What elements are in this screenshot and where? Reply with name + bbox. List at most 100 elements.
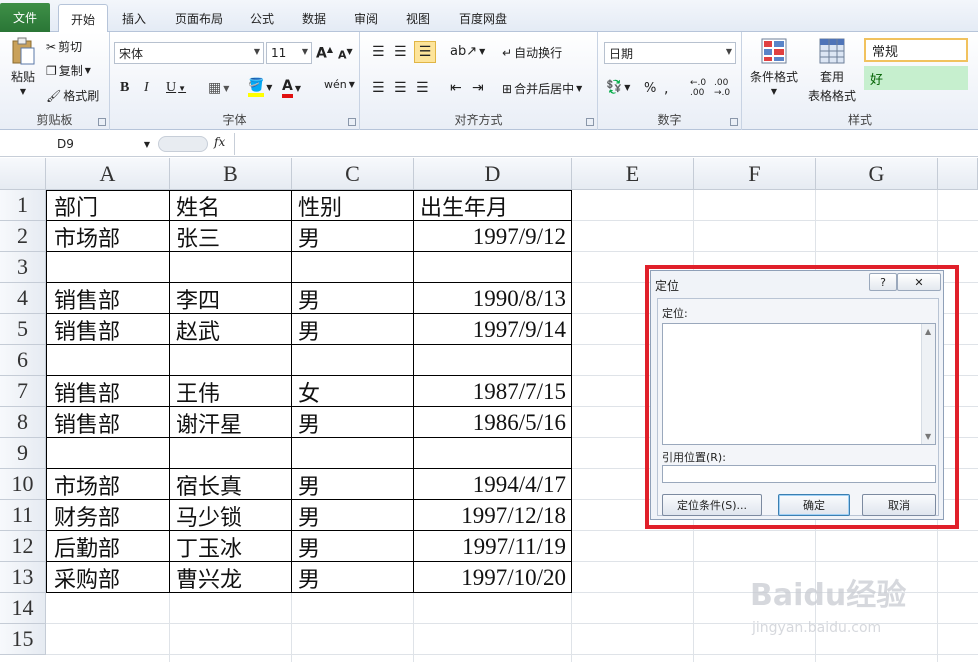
table-cell[interactable]: 男: [292, 531, 326, 562]
tab-file[interactable]: 文件: [0, 3, 50, 32]
increase-indent-button[interactable]: ⇥: [472, 80, 484, 96]
table-cell[interactable]: 男: [292, 562, 326, 593]
conditional-format-button[interactable]: 条件格式 ▼: [748, 36, 800, 96]
row-header[interactable]: 7: [0, 376, 46, 407]
table-cell[interactable]: 出生年月: [414, 190, 514, 221]
table-cell[interactable]: 采购部: [48, 562, 126, 593]
tab-page-layout[interactable]: 页面布局: [164, 4, 234, 32]
row-header[interactable]: 13: [0, 562, 46, 593]
table-cell[interactable]: 女: [292, 376, 326, 407]
table-cell[interactable]: 王伟: [170, 376, 226, 407]
row-header[interactable]: 10: [0, 469, 46, 500]
row-header[interactable]: 9: [0, 438, 46, 469]
column-header-g[interactable]: G: [816, 158, 938, 190]
scroll-down-icon[interactable]: ▼: [925, 432, 931, 441]
row-header[interactable]: 8: [0, 407, 46, 438]
close-button[interactable]: ✕: [897, 273, 941, 291]
table-cell[interactable]: 丁玉冰: [170, 531, 248, 562]
decrease-indent-button[interactable]: ⇤: [450, 80, 462, 96]
table-cell[interactable]: 男: [292, 314, 326, 345]
cancel-button[interactable]: 取消: [862, 494, 936, 516]
table-cell[interactable]: 1997/11/19: [414, 531, 572, 562]
number-launcher-icon[interactable]: [730, 118, 738, 126]
reference-input[interactable]: [662, 465, 936, 483]
alignment-launcher-icon[interactable]: [586, 118, 594, 126]
table-cell[interactable]: 市场部: [48, 221, 126, 252]
tab-view[interactable]: 视图: [398, 4, 438, 32]
align-right-button[interactable]: ☰: [416, 80, 429, 96]
column-header-f[interactable]: F: [694, 158, 816, 190]
table-cell[interactable]: 销售部: [48, 283, 126, 314]
row-header[interactable]: 11: [0, 500, 46, 531]
align-middle-button[interactable]: ☰: [394, 44, 407, 60]
wrap-text-button[interactable]: ↵ 自动换行: [502, 44, 562, 61]
table-cell[interactable]: 1990/8/13: [414, 283, 572, 314]
percent-button[interactable]: %: [644, 81, 656, 96]
bold-button[interactable]: B: [120, 80, 129, 96]
table-cell[interactable]: 销售部: [48, 314, 126, 345]
table-cell[interactable]: 后勤部: [48, 531, 126, 562]
align-center-button[interactable]: ☰: [394, 80, 407, 96]
column-header-e[interactable]: E: [572, 158, 694, 190]
table-cell[interactable]: 1986/5/16: [414, 407, 572, 438]
table-cell[interactable]: 部门: [48, 190, 104, 221]
cell-style-good[interactable]: 好: [864, 66, 968, 90]
table-cell[interactable]: 1997/9/12: [414, 221, 572, 252]
italic-button[interactable]: I: [144, 80, 149, 96]
table-cell[interactable]: 1997/9/14: [414, 314, 572, 345]
table-cell[interactable]: 姓名: [170, 190, 226, 221]
help-button[interactable]: ?: [869, 273, 897, 291]
font-name-select[interactable]: 宋体 ▼: [114, 42, 264, 64]
table-cell[interactable]: 谢汗星: [170, 407, 248, 438]
table-cell[interactable]: 张三: [170, 221, 226, 252]
grow-font-button[interactable]: A▲: [316, 45, 333, 62]
formula-input[interactable]: [234, 133, 978, 155]
increase-decimal-button[interactable]: ←.0.00: [690, 78, 706, 98]
column-header-a[interactable]: A: [46, 158, 170, 190]
table-cell[interactable]: 1997/10/20: [414, 562, 572, 593]
table-cell[interactable]: 1987/7/15: [414, 376, 572, 407]
copy-button[interactable]: ❐ 复制 ▼: [46, 62, 91, 79]
font-color-button[interactable]: A ▼: [282, 78, 301, 98]
tab-data[interactable]: 数据: [294, 4, 334, 32]
table-cell[interactable]: 赵武: [170, 314, 226, 345]
phonetic-button[interactable]: wén ▼: [324, 78, 355, 91]
table-cell[interactable]: 宿长真: [170, 469, 248, 500]
special-button[interactable]: 定位条件(S)...: [662, 494, 762, 516]
table-cell[interactable]: 马少锁: [170, 500, 248, 531]
tab-home[interactable]: 开始: [58, 4, 108, 33]
name-box[interactable]: D9 ▼: [2, 134, 154, 154]
align-bottom-button[interactable]: ☰: [414, 41, 436, 63]
tab-review[interactable]: 审阅: [346, 4, 386, 32]
row-header[interactable]: 5: [0, 314, 46, 345]
tab-insert[interactable]: 插入: [112, 4, 156, 32]
merge-center-button[interactable]: ⊞ 合并后居中 ▼: [502, 80, 582, 97]
table-cell[interactable]: 曹兴龙: [170, 562, 248, 593]
fill-color-button[interactable]: 🪣 ▼: [248, 78, 272, 97]
tab-baidu-netdisk[interactable]: 百度网盘: [452, 4, 514, 32]
row-header[interactable]: 12: [0, 531, 46, 562]
table-cell[interactable]: 性别: [292, 190, 348, 221]
accounting-format-button[interactable]: 💱 ▼: [606, 80, 630, 95]
scroll-up-icon[interactable]: ▲: [925, 327, 931, 336]
scrollbar[interactable]: ▲ ▼: [921, 324, 935, 444]
table-cell[interactable]: 销售部: [48, 376, 126, 407]
comma-style-button[interactable]: ,: [664, 81, 668, 97]
table-cell[interactable]: 李四: [170, 283, 226, 314]
row-header[interactable]: 6: [0, 345, 46, 376]
table-cell[interactable]: 销售部: [48, 407, 126, 438]
column-header-d[interactable]: D: [414, 158, 572, 190]
row-header[interactable]: 14: [0, 593, 46, 624]
goto-list[interactable]: ▲ ▼: [662, 323, 936, 445]
table-cell[interactable]: 1994/4/17: [414, 469, 572, 500]
align-left-button[interactable]: ☰: [372, 80, 385, 96]
align-top-button[interactable]: ☰: [372, 44, 385, 60]
table-cell[interactable]: 1997/12/18: [414, 500, 572, 531]
function-icon[interactable]: fx: [214, 135, 225, 149]
format-as-table-button[interactable]: 套用 表格格式: [802, 36, 862, 104]
table-cell[interactable]: 财务部: [48, 500, 126, 531]
borders-button[interactable]: ▦ ▼: [208, 80, 229, 96]
decrease-decimal-button[interactable]: .00 →.0: [714, 78, 730, 98]
table-cell[interactable]: 男: [292, 407, 326, 438]
underline-button[interactable]: U ▼: [166, 80, 186, 96]
